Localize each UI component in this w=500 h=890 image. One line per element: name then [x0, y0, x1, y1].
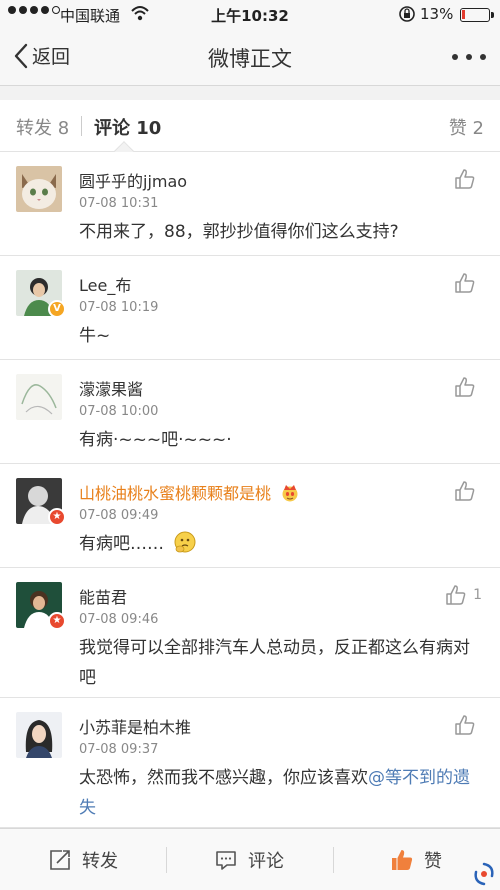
comment-username-text: 山桃油桃水蜜桃颗颗都是桃: [79, 484, 272, 503]
comment-row[interactable]: ★ 能苗君 07-08 09:46 我觉得可以全部排汽车人总动员，反正都这么有病…: [0, 568, 500, 698]
thumbs-up-icon: [455, 715, 475, 735]
comment-like-button[interactable]: [454, 714, 482, 736]
comment-username[interactable]: 山桃油桃水蜜桃颗颗都是桃: [79, 480, 300, 504]
thinking-emoji-icon: [174, 531, 196, 553]
comment-text-content: 有病吧……: [79, 534, 164, 554]
like-label: 赞: [424, 851, 442, 872]
comment-username[interactable]: 小苏菲是柏木推: [79, 714, 191, 738]
comment-icon: [216, 851, 236, 870]
nav-bar: 返回 微博正文: [0, 30, 500, 86]
bottom-divider: [333, 847, 334, 873]
comment-time: 07-08 10:00: [79, 404, 159, 419]
comment-time: 07-08 09:37: [79, 742, 159, 757]
star-badge-icon: ★: [48, 508, 66, 526]
rotation-lock-icon: [398, 4, 416, 28]
like-button[interactable]: 赞: [390, 847, 442, 873]
comment-time: 07-08 10:31: [79, 196, 159, 211]
comment-like-count: 1: [473, 587, 482, 603]
chevron-left-icon: [14, 43, 28, 68]
thumbs-up-icon: [455, 377, 475, 397]
avatar[interactable]: [16, 374, 62, 420]
verified-badge-icon: V: [48, 300, 66, 318]
more-dots-icon: [452, 54, 458, 60]
app-logo-icon: [474, 862, 494, 886]
comment-row[interactable]: 小苏菲是柏木推 07-08 09:37 太恐怖，然而我不感兴趣，你应该喜欢@等不…: [0, 698, 500, 828]
comment-like-button[interactable]: [454, 480, 482, 502]
avatar[interactable]: [16, 712, 62, 758]
more-options-button[interactable]: [452, 44, 486, 70]
comment-username[interactable]: 圆乎乎的jjmao: [79, 168, 187, 192]
comment-text: 我觉得可以全部排汽车人总动员，反正都这么有病对吧: [79, 638, 470, 688]
comment-text: 有病吧……: [79, 529, 481, 559]
back-label: 返回: [32, 46, 71, 68]
tab-divider: [81, 116, 82, 136]
comment-like-button[interactable]: [454, 272, 482, 294]
comment-time: 07-08 09:46: [79, 612, 159, 627]
comment-list[interactable]: 圆乎乎的jjmao 07-08 10:31 不用来了，88，郭抄抄值得你们这么支…: [0, 152, 500, 828]
thumbs-up-icon: [455, 169, 475, 189]
comment-username[interactable]: 濛濛果酱: [79, 376, 143, 400]
tab-comments[interactable]: 评论 10: [94, 114, 161, 140]
comment-like-button[interactable]: 1: [445, 584, 482, 606]
comment-row[interactable]: 圆乎乎的jjmao 07-08 10:31 不用来了，88，郭抄抄值得你们这么支…: [0, 152, 500, 256]
repost-button[interactable]: 转发: [48, 847, 118, 873]
comment-row[interactable]: ★ 山桃油桃水蜜桃颗颗都是桃 07-08 09:49 有病吧……: [0, 464, 500, 568]
thumbs-up-icon: [455, 273, 475, 293]
status-bar: 中国联通 上午10:32 13%: [0, 0, 500, 30]
thumbs-up-icon: [455, 481, 475, 501]
repost-label: 转发: [82, 851, 118, 872]
bottom-action-bar: 转发 评论 赞: [0, 828, 500, 890]
comment-username[interactable]: Lee_布: [79, 272, 131, 296]
comment-like-button[interactable]: [454, 168, 482, 190]
star-badge-icon: ★: [48, 612, 66, 630]
tab-bar: 转发 8 评论 10 赞 2: [0, 100, 500, 152]
comment-like-button[interactable]: [454, 376, 482, 398]
comment-time: 07-08 10:19: [79, 300, 159, 315]
comment-text-content: 太恐怖，然而我不感兴趣，你应该喜欢: [79, 768, 368, 788]
comment-label: 评论: [248, 851, 284, 872]
comment-text: 牛~: [79, 326, 111, 346]
tab-repost[interactable]: 转发 8: [16, 114, 69, 140]
repost-icon: [50, 850, 70, 870]
comment-row[interactable]: V Lee_布 07-08 10:19 牛~: [0, 256, 500, 360]
thumbs-up-filled-icon: [392, 850, 413, 870]
battery-icon: [460, 8, 494, 22]
thumbs-up-icon: [446, 585, 466, 605]
crown-emoji-icon: [282, 485, 298, 502]
page-title: 微博正文: [208, 47, 292, 71]
comment-text: 不用来了，88，郭抄抄值得你们这么支持?: [79, 222, 399, 242]
comment-row[interactable]: 濛濛果酱 07-08 10:00 有病·~~~吧·~~~·: [0, 360, 500, 464]
bottom-divider: [166, 847, 167, 873]
comment-text: 太恐怖，然而我不感兴趣，你应该喜欢@等不到的遗失: [79, 763, 481, 823]
comment-button[interactable]: 评论: [214, 847, 284, 873]
battery-percent: 13%: [420, 5, 454, 23]
avatar[interactable]: [16, 166, 62, 212]
section-gap: [0, 86, 500, 100]
tab-likes[interactable]: 赞 2: [449, 114, 484, 140]
comment-text: 有病·~~~吧·~~~·: [79, 430, 232, 450]
comment-username[interactable]: 能苗君: [79, 584, 127, 608]
comment-time: 07-08 09:49: [79, 508, 159, 523]
back-button[interactable]: 返回: [14, 42, 70, 69]
